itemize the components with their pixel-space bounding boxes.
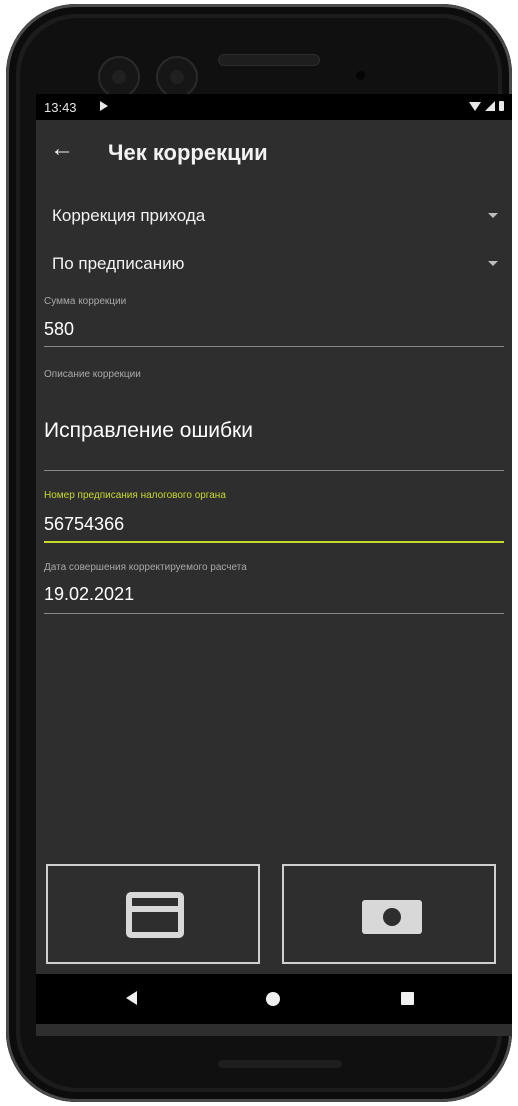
cash-icon [362,900,422,934]
prescription-number-underline [44,541,504,543]
phone-frame: 13:43 ← Чек коррекции Коррекция прихода … [6,4,512,1102]
back-arrow-icon[interactable]: ← [50,134,82,166]
nav-back-icon[interactable] [126,991,137,1005]
status-bar: 13:43 [36,94,512,120]
credit-card-icon [126,892,184,938]
description-value: Исправление ошибки [44,419,253,442]
bezel-top [20,18,498,98]
pay-by-card-button[interactable] [46,864,260,964]
proximity-sensor [356,71,365,80]
battery-icon [499,101,504,111]
calculation-date-value: 19.02.2021 [44,584,135,604]
status-time: 13:43 [44,100,77,115]
correction-basis-value: По предписанию [52,254,185,273]
description-field[interactable]: Описание коррекции Исправление ошибки [44,369,504,473]
bottom-speaker [218,1060,342,1068]
screen: 13:43 ← Чек коррекции Коррекция прихода … [36,94,512,1036]
camera-icon [98,56,140,98]
prescription-number-label: Номер предписания налогового органа [44,490,226,501]
amount-field[interactable]: Сумма коррекции 580 [44,296,504,348]
signal-icon [485,101,495,111]
calculation-date-underline [44,613,504,614]
camera-icon [156,56,198,98]
description-label: Описание коррекции [44,369,141,380]
system-navigation-bar [36,974,512,1024]
amount-value: 580 [44,319,75,339]
correction-type-value: Коррекция прихода [52,206,206,225]
nav-recents-icon[interactable] [401,992,414,1005]
nav-home-icon[interactable] [266,992,280,1006]
chevron-down-icon [488,213,498,218]
app-bar: ← Чек коррекции [36,120,512,180]
prescription-number-field[interactable]: Номер предписания налогового органа 5675… [44,490,504,544]
earpiece-speaker [218,54,320,66]
amount-underline [44,346,504,347]
correction-basis-select[interactable]: По предписанию [52,246,498,282]
status-icons [469,101,504,111]
correction-type-select[interactable]: Коррекция прихода [52,198,498,234]
prescription-number-value: 56754366 [44,514,125,534]
amount-label: Сумма коррекции [44,296,127,307]
pay-by-cash-button[interactable] [282,864,496,964]
chevron-down-icon [488,261,498,266]
calculation-date-label: Дата совершения корректируемого расчета [44,562,247,573]
page-title: Чек коррекции [108,140,268,165]
description-underline [44,470,504,471]
play-notification-icon [100,101,108,111]
calculation-date-field[interactable]: Дата совершения корректируемого расчета … [44,562,504,616]
wifi-icon [469,101,481,111]
